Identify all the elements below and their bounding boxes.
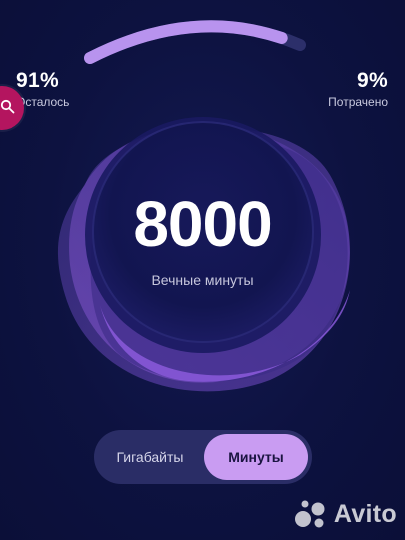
remaining-percent: 91% (16, 69, 59, 92)
spent-percent: 9% (357, 69, 388, 92)
unit-toggle: Гигабайты Минуты (94, 430, 312, 484)
tab-gigabytes[interactable]: Гигабайты (98, 434, 202, 480)
avito-wordmark: Avito (333, 499, 397, 528)
tab-minutes[interactable]: Минуты (204, 434, 308, 480)
minutes-balance-screen: 91% Осталось 9% Потрачено 8000 Вечные ми… (0, 0, 405, 540)
minutes-caption: Вечные минуты (151, 272, 254, 288)
avito-watermark: Avito (294, 499, 397, 529)
minutes-value: 8000 (133, 188, 272, 260)
avito-logo-icon (294, 500, 325, 528)
